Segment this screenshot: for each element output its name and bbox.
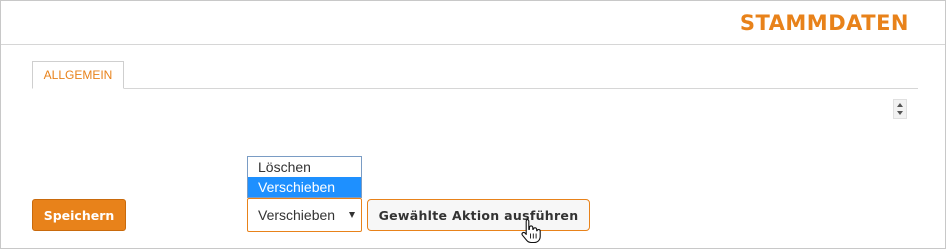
action-dropdown-list[interactable]: Löschen Verschieben [247,156,362,198]
page-title: STAMMDATEN [739,11,909,35]
dropdown-option-verschieben[interactable]: Verschieben [248,177,361,197]
caret-down-icon [349,212,355,218]
spinner-down-icon[interactable] [897,111,903,115]
page-header: STAMMDATEN [1,1,945,45]
dropdown-option-loeschen[interactable]: Löschen [248,157,361,177]
tab-divider [32,88,918,89]
tab-allgemein[interactable]: ALLGEMEIN [32,61,124,89]
spinner-up-icon[interactable] [897,103,903,107]
spinner-arrows-icon[interactable] [893,99,907,119]
action-select[interactable]: Verschieben [247,198,362,232]
action-select-value: Verschieben [258,207,336,223]
run-action-button[interactable]: Gewählte Aktion ausführen [367,199,590,231]
save-button[interactable]: Speichern [32,199,126,231]
hand-pointer-cursor-icon [521,218,541,244]
